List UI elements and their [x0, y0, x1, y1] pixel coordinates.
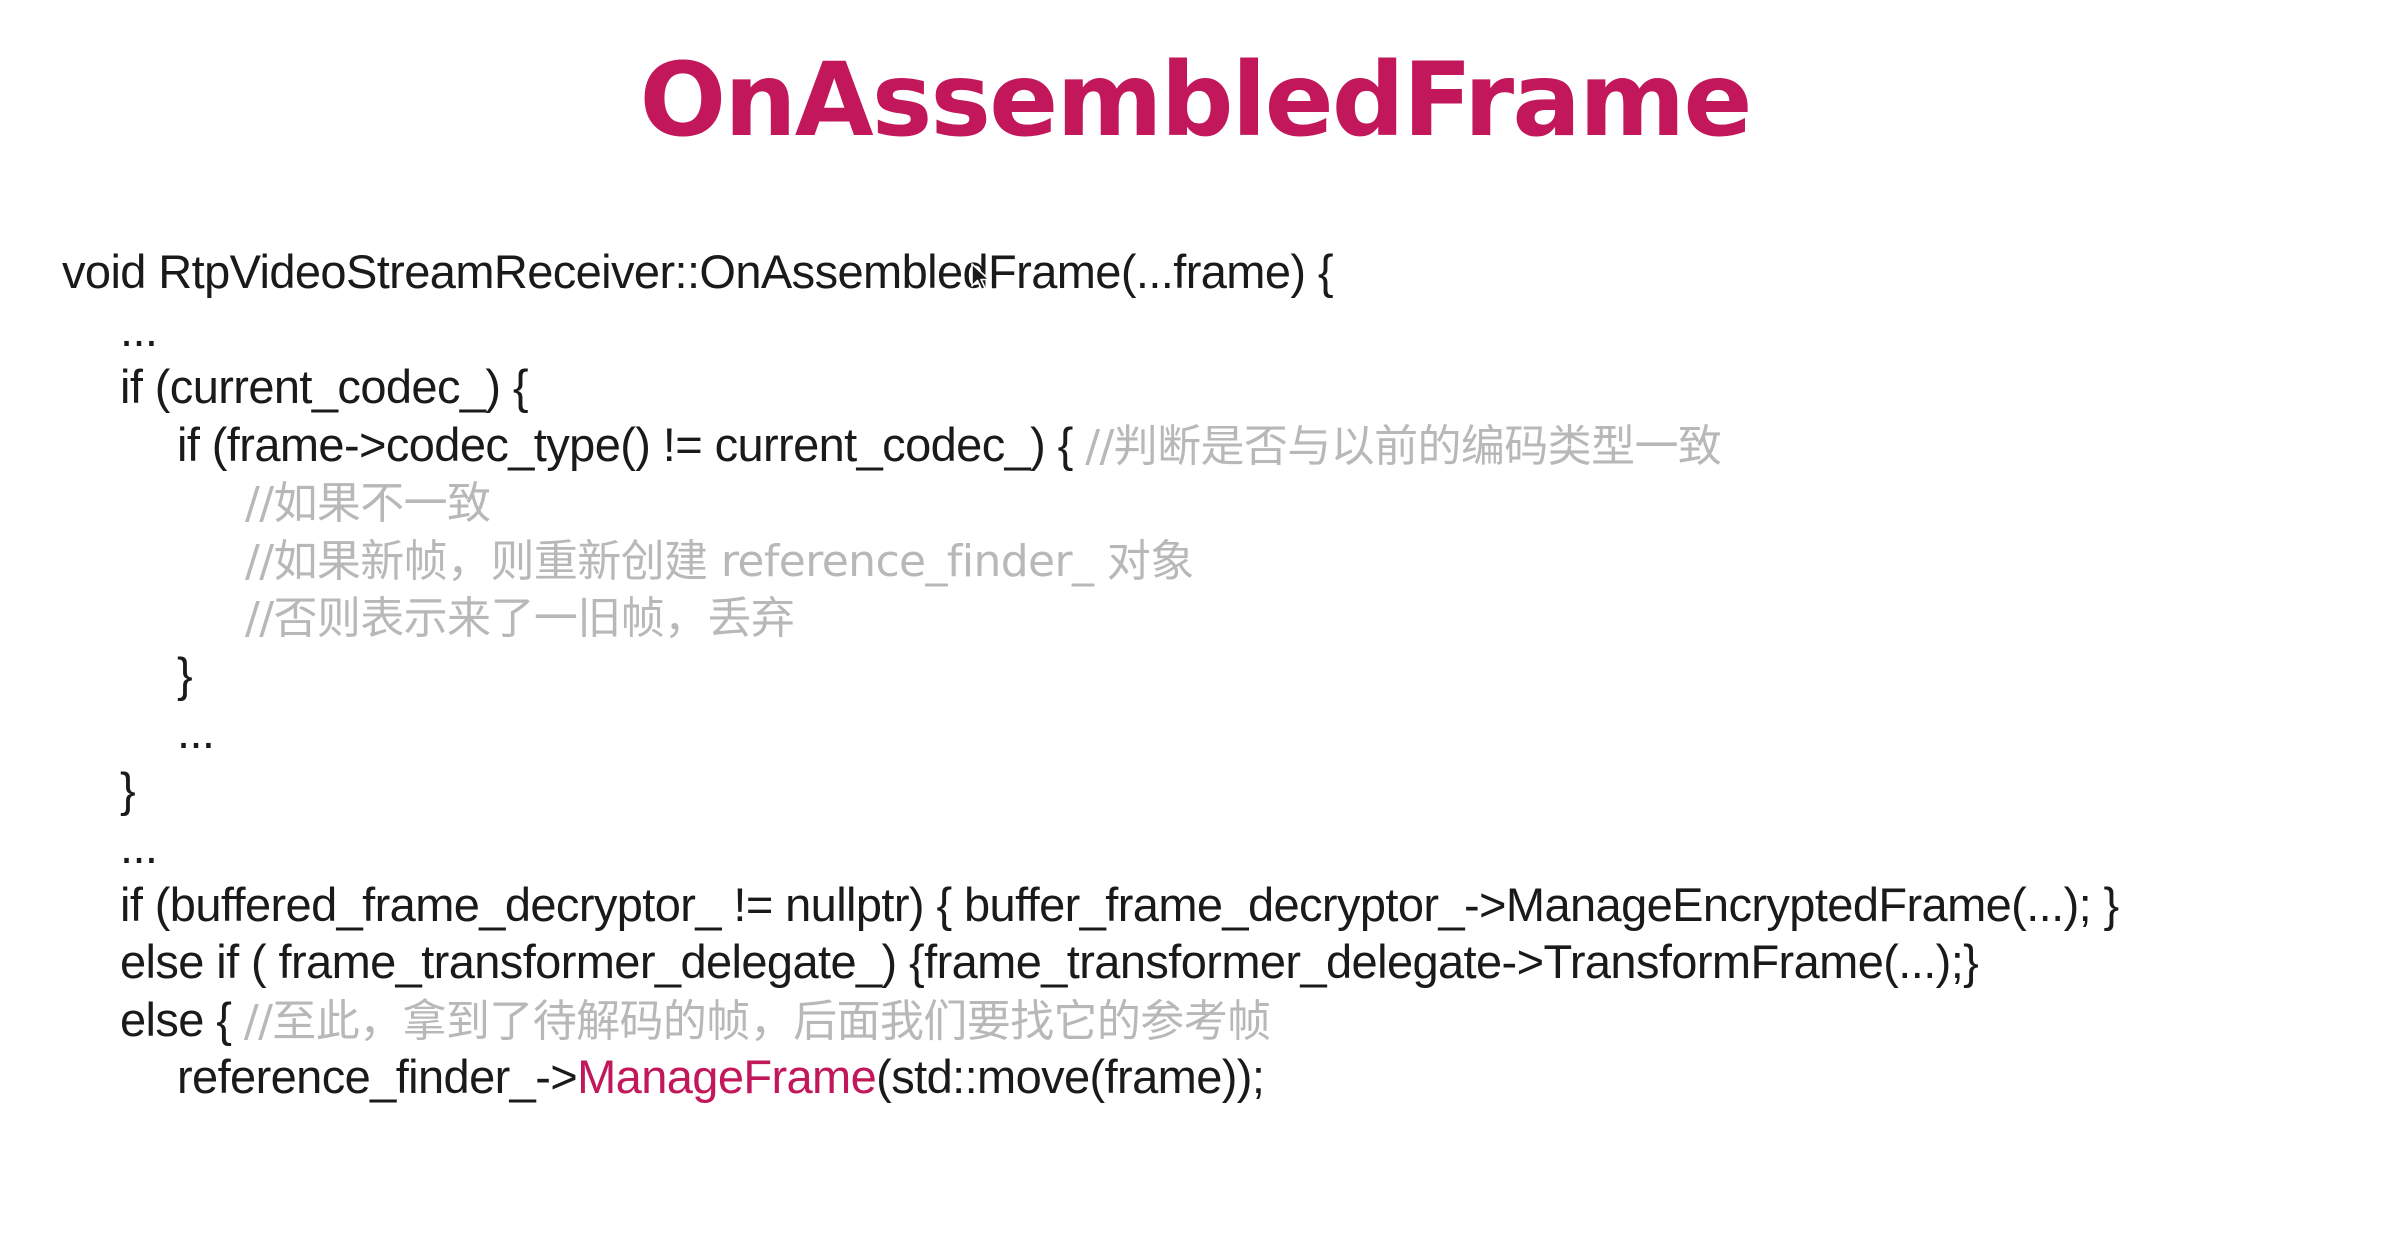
code-line: //如果新帧，则重新创建 reference_finder_ 对象 — [62, 531, 2382, 589]
code-line: else { //至此，拿到了待解码的帧，后面我们要找它的参考帧 — [62, 991, 2382, 1049]
code-comment: //如果不一致 — [245, 478, 491, 529]
code-line: //如果不一致 — [62, 473, 2382, 531]
highlighted-method: ManageFrame — [577, 1050, 877, 1103]
code-line: ... — [120, 820, 158, 873]
code-text: if (frame->codec_type() != current_codec… — [177, 417, 1086, 471]
code-line: else if ( frame_transformer_delegate_) {… — [120, 935, 1979, 988]
code-comment: //判断是否与以前的编码类型一致 — [1085, 420, 1722, 472]
code-line: } — [120, 762, 136, 816]
code-comment: //否则表示来了一旧帧，丢弃 — [245, 593, 795, 644]
code-line: ... — [120, 302, 158, 356]
slide: OnAssembledFrame void RtpVideoStreamRece… — [0, 0, 2390, 1244]
code-comment: //至此，拿到了待解码的帧，后面我们要找它的参考帧 — [243, 995, 1271, 1047]
code-line: if (frame->codec_type() != current_codec… — [62, 416, 2382, 474]
code-comment: //如果新帧，则重新创建 reference_finder_ 对象 — [245, 535, 1194, 587]
code-line: if (buffered_frame_decryptor_ != nullptr… — [120, 877, 2119, 931]
code-text: reference_finder_-> — [177, 1050, 578, 1103]
slide-title: OnAssembledFrame — [639, 41, 1752, 160]
code-block: void RtpVideoStreamReceiver::OnAssembled… — [62, 243, 2382, 1106]
mouse-cursor-icon — [971, 263, 990, 291]
code-line: reference_finder_->ManageFrame(std::move… — [62, 1048, 2382, 1106]
code-line: if (current_codec_) { — [120, 360, 529, 413]
code-text: else { — [120, 992, 244, 1046]
code-line: } — [177, 647, 193, 701]
code-line: ... — [177, 705, 215, 758]
code-line: //否则表示来了一旧帧，丢弃 — [62, 588, 2382, 646]
code-line: void RtpVideoStreamReceiver::OnAssembled… — [62, 245, 1334, 298]
code-text: (std::move(frame)); — [876, 1050, 1265, 1103]
